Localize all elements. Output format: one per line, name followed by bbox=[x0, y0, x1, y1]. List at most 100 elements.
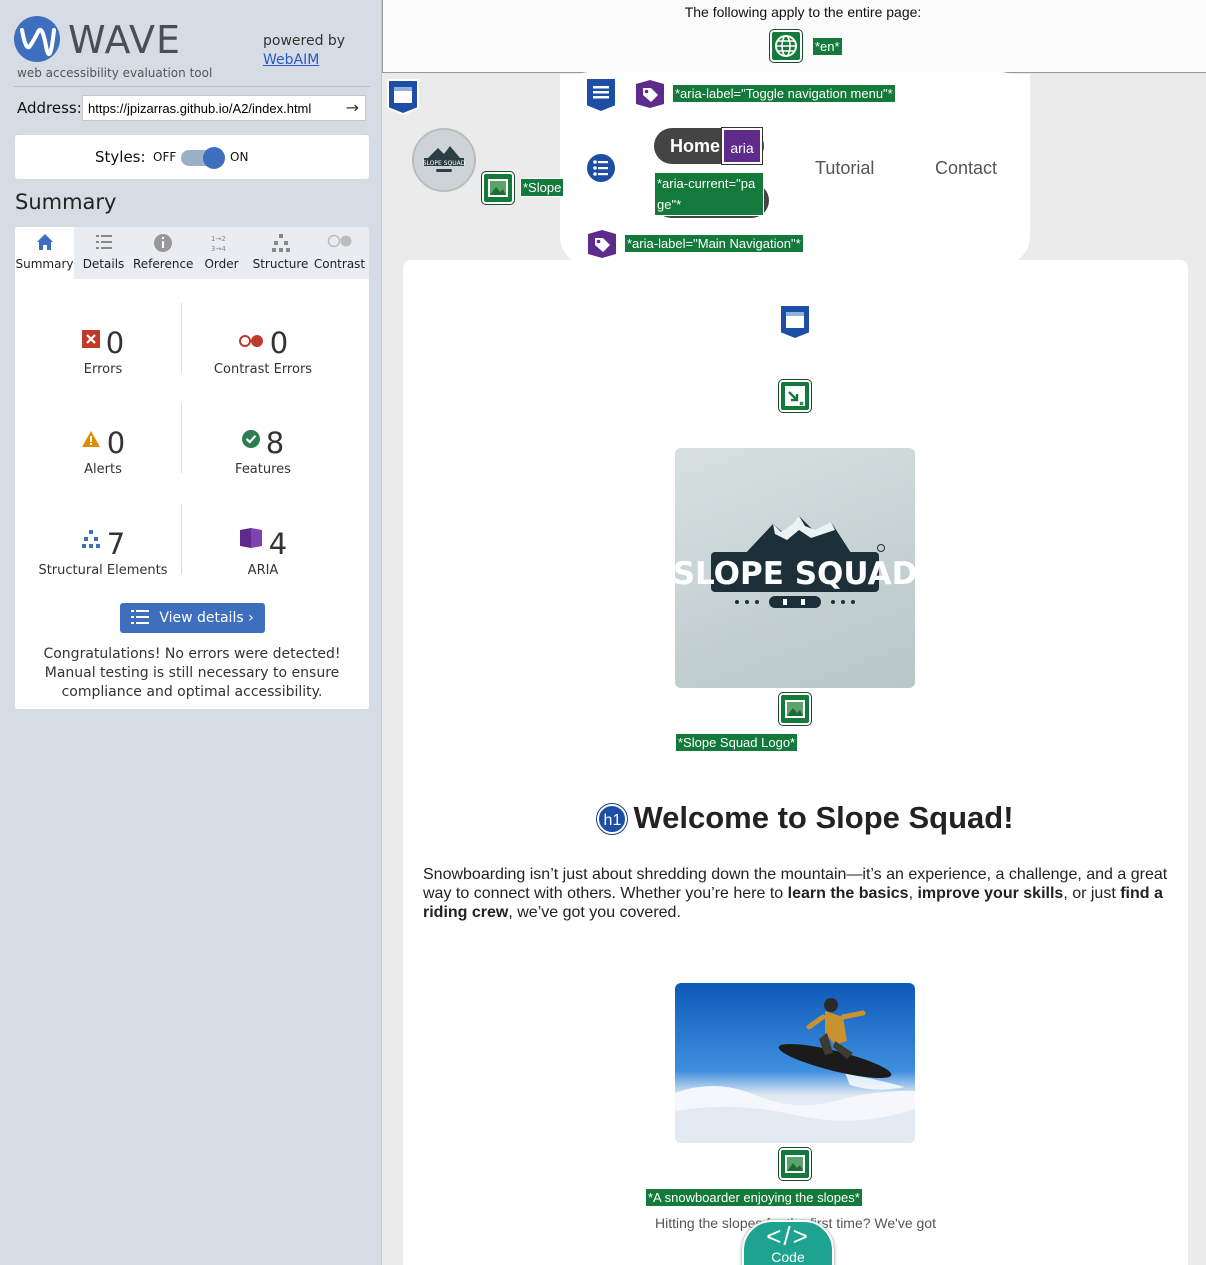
svg-text:3→4: 3→4 bbox=[211, 245, 226, 253]
tab-bar: Summary Details Reference 1→23→4 Order bbox=[15, 227, 369, 279]
tab-summary[interactable]: Summary bbox=[15, 227, 74, 279]
header-region-icon[interactable] bbox=[386, 78, 420, 116]
tab-details[interactable]: Details bbox=[74, 227, 133, 279]
slope-squad-logo-image[interactable]: SLOPE SQUAD bbox=[675, 448, 915, 688]
structure-icon bbox=[251, 227, 310, 257]
alerts-stat[interactable]: 0 Alerts bbox=[28, 421, 178, 477]
contrast-icon bbox=[310, 227, 369, 257]
intro-bold: learn the basics bbox=[787, 885, 909, 902]
address-bar: Address: → bbox=[14, 95, 370, 121]
page-notice: The following apply to the entire page: bbox=[684, 4, 922, 20]
styles-label: Styles: bbox=[95, 148, 146, 166]
svg-text:SLOPE SQUAD: SLOPE SQUAD bbox=[675, 556, 915, 592]
divider bbox=[14, 86, 370, 87]
structural-count: 7 bbox=[106, 527, 126, 561]
structure-icon bbox=[81, 522, 101, 556]
go-arrow-icon[interactable]: → bbox=[346, 98, 359, 117]
errors-stat[interactable]: 0 Errors bbox=[28, 321, 178, 377]
info-icon bbox=[133, 227, 192, 257]
tab-label: Details bbox=[82, 257, 125, 271]
aria-current-tag: *aria-current="page"* bbox=[654, 172, 764, 216]
features-count: 8 bbox=[265, 426, 285, 460]
styles-off-label: OFF bbox=[153, 150, 177, 164]
view-details-button[interactable]: View details › bbox=[120, 603, 265, 633]
address-label: Address: bbox=[17, 99, 82, 117]
image-icon[interactable] bbox=[778, 692, 812, 726]
order-icon: 1→2 3→4 bbox=[192, 227, 251, 257]
heading-text: Welcome to Slope Squad! bbox=[633, 800, 1014, 835]
site-logo-image[interactable]: SLOPE SQUAD bbox=[412, 128, 476, 192]
powered-by-text: powered by bbox=[263, 33, 346, 49]
congrats-message: Congratulations! No errors were detected… bbox=[43, 646, 341, 700]
wave-brand: WAVE bbox=[68, 18, 182, 62]
code-label: Code bbox=[771, 1249, 805, 1265]
contrast-error-icon bbox=[238, 321, 264, 355]
tab-order[interactable]: 1→2 3→4 Order bbox=[192, 227, 251, 279]
styles-toggle[interactable] bbox=[181, 147, 225, 169]
logo-alt-tag: *Slope Squad Logo* bbox=[675, 733, 799, 752]
wave-sidebar: WAVE web accessibility evaluation tool p… bbox=[0, 0, 382, 1265]
error-icon bbox=[81, 321, 100, 355]
feature-check-icon bbox=[241, 421, 260, 455]
intro-paragraph: Snowboarding isn’t just about shredding … bbox=[423, 865, 1173, 922]
aria-count: 4 bbox=[268, 527, 288, 561]
tab-label: Order bbox=[204, 257, 239, 271]
header-landmark-icon[interactable] bbox=[584, 76, 618, 114]
styles-toggle-box: Styles: OFF ON bbox=[15, 135, 369, 179]
webaim-link[interactable]: WebAIM bbox=[263, 51, 345, 70]
nav-contact-link[interactable]: Contact bbox=[935, 158, 997, 179]
styles-on-label: ON bbox=[230, 150, 249, 164]
tab-structure[interactable]: Structure bbox=[251, 227, 310, 279]
list-structure-icon[interactable] bbox=[584, 151, 618, 185]
tab-label: Reference bbox=[133, 257, 194, 271]
toggle-knob bbox=[203, 147, 225, 169]
structural-stat[interactable]: 7 Structural Elements bbox=[28, 522, 178, 578]
slope-alt-tag: *Slope bbox=[520, 178, 565, 197]
errors-label: Errors bbox=[83, 362, 123, 377]
tab-label: Summary bbox=[15, 257, 74, 271]
code-icon: </> bbox=[766, 1221, 810, 1251]
features-stat[interactable]: 8 Features bbox=[188, 421, 338, 477]
tab-contrast[interactable]: Contrast bbox=[310, 227, 369, 279]
skip-link-target-icon[interactable] bbox=[778, 379, 812, 413]
summary-heading: Summary bbox=[15, 190, 117, 214]
nav-home-label: Home bbox=[670, 136, 721, 156]
aria-stat[interactable]: 4 ARIA bbox=[188, 522, 338, 578]
contrast-errors-stat[interactable]: 0 Contrast Errors bbox=[188, 321, 338, 377]
tab-label: Contrast bbox=[313, 257, 366, 271]
address-input[interactable] bbox=[88, 101, 338, 116]
image-icon[interactable] bbox=[481, 171, 515, 205]
divider bbox=[181, 403, 182, 473]
divider bbox=[181, 504, 182, 574]
h1-badge-icon[interactable]: h1 bbox=[596, 803, 629, 835]
aria-label-tag-icon[interactable] bbox=[586, 228, 618, 260]
list-icon bbox=[131, 606, 150, 636]
aria-label-tag-icon[interactable] bbox=[634, 78, 666, 110]
snowboarder-alt-tag: *A snowboarder enjoying the slopes* bbox=[645, 1188, 863, 1207]
intro-text: , or just bbox=[1063, 885, 1121, 902]
intro-text: , we’ve got you covered. bbox=[508, 904, 681, 921]
home-icon bbox=[15, 227, 74, 257]
snowboarder-image[interactable] bbox=[675, 983, 915, 1143]
main-content-card: SLOPE SQUAD *Slope Squad Logo* h1 Welcome… bbox=[403, 260, 1188, 1265]
summary-panel: Summary Details Reference 1→23→4 Order bbox=[15, 227, 369, 709]
page-preview: The following apply to the entire page: … bbox=[382, 0, 1206, 1265]
nav-tutorial-link[interactable]: Tutorial bbox=[815, 158, 874, 179]
image-icon[interactable] bbox=[778, 1147, 812, 1181]
errors-count: 0 bbox=[105, 326, 125, 360]
language-globe-icon[interactable] bbox=[769, 29, 803, 63]
code-toggle-button[interactable]: </> Code bbox=[742, 1220, 834, 1265]
wave-logo-icon bbox=[14, 16, 60, 62]
address-box: → bbox=[82, 95, 366, 121]
lang-tag: *en* bbox=[812, 37, 843, 56]
contrast-errors-count: 0 bbox=[269, 326, 289, 360]
wave-tagline: web accessibility evaluation tool bbox=[17, 66, 213, 80]
aria-chip-icon[interactable]: aria bbox=[721, 127, 763, 165]
page-heading: h1 Welcome to Slope Squad! bbox=[403, 800, 1188, 836]
view-details-label: View details › bbox=[159, 610, 254, 626]
tab-label: Structure bbox=[252, 257, 309, 271]
alert-icon bbox=[81, 421, 101, 455]
main-region-icon[interactable] bbox=[778, 303, 812, 341]
tab-reference[interactable]: Reference bbox=[133, 227, 194, 279]
alerts-count: 0 bbox=[106, 426, 126, 460]
